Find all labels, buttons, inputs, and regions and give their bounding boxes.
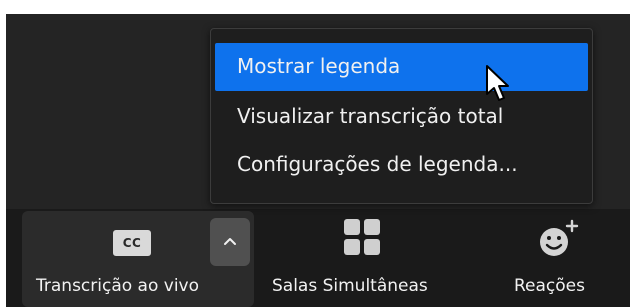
chevron-up-icon [224, 238, 236, 245]
menu-item-caption-settings[interactable]: Configurações de legenda... [215, 141, 588, 189]
breakout-rooms-label[interactable]: Salas Simultâneas [272, 276, 428, 296]
live-transcript-options-button[interactable] [210, 218, 250, 266]
emoji-add-icon [540, 219, 579, 256]
mouse-cursor-icon [486, 65, 509, 101]
menu-item-label: Visualizar transcrição total [237, 104, 504, 128]
closed-captions-icon-text: CC [122, 236, 142, 250]
reactions-label[interactable]: Reações [514, 276, 585, 296]
breakout-rooms-icon[interactable] [344, 219, 380, 255]
menu-item-show-captions[interactable]: Mostrar legenda [215, 43, 588, 91]
menu-item-label: Mostrar legenda [237, 54, 401, 78]
menu-item-label: Configurações de legenda... [237, 152, 518, 176]
live-transcript-label: Transcrição ao vivo [36, 276, 200, 296]
menu-item-view-full-transcript[interactable]: Visualizar transcrição total [215, 93, 588, 141]
reactions-icon[interactable] [537, 218, 585, 260]
closed-captions-icon: CC [113, 230, 151, 256]
screenshot: Mostrar legenda Visualizar transcrição t… [0, 0, 636, 307]
caption-menu: Mostrar legenda Visualizar transcrição t… [210, 28, 593, 204]
